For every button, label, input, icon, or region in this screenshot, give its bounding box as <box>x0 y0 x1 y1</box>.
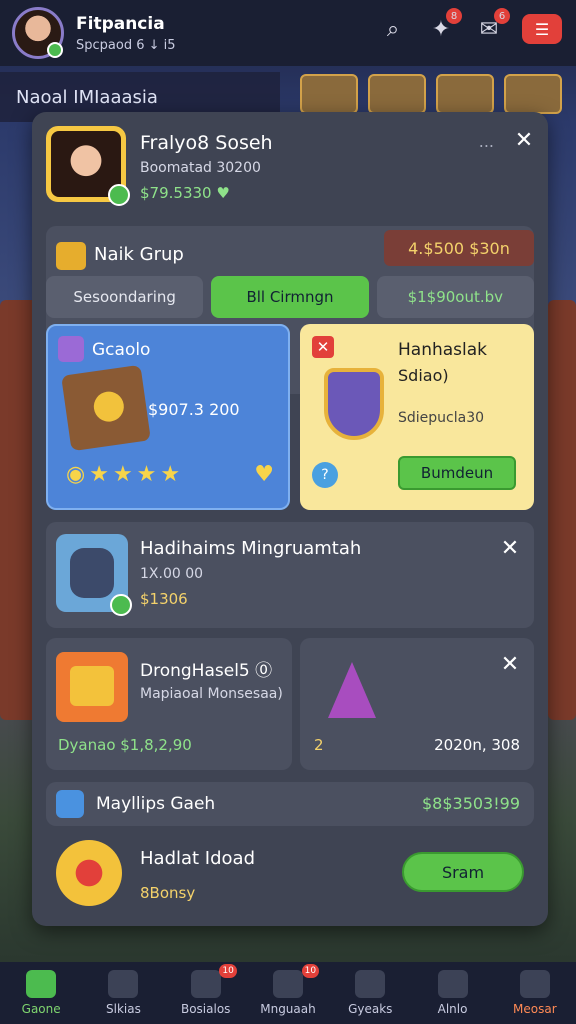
profile-header: Fralyo8 Soseh Boomatad 30200 $79.5330 ♥ … <box>46 126 534 216</box>
reward-row: Hadlat Idoad 8Bonsy Sram <box>46 832 534 916</box>
item-title: DrongHasel5 ⓪ <box>140 661 273 681</box>
star-icon: ★ <box>160 462 181 487</box>
mail-icon[interactable]: ✉ 6 <box>474 8 510 44</box>
star-icon: ★ <box>136 462 157 487</box>
info-icon[interactable]: ? <box>312 462 338 488</box>
nav-item[interactable]: Meosar <box>494 962 576 1024</box>
close-icon[interactable]: ✕ <box>496 650 524 678</box>
tab-money[interactable]: $1$90out.bv <box>376 276 534 318</box>
nav-item[interactable]: Gyeaks <box>329 962 411 1024</box>
treasure-art-icon <box>61 364 151 452</box>
item-count: 2 <box>314 736 324 754</box>
house-right <box>548 300 576 720</box>
close-icon[interactable]: ✕ <box>312 336 334 358</box>
skills-icon <box>108 970 139 998</box>
star-icon: ★ <box>89 462 109 487</box>
gift-icon <box>56 790 84 818</box>
top-bar: Fitpancia Spcpaod 6 ↓ i5 ⌕ ✦ 8 ✉ 6 ☰ <box>0 0 576 66</box>
menu-icon[interactable]: ☰ <box>522 14 562 44</box>
verified-icon <box>47 42 63 58</box>
bell-icon[interactable]: ✦ 8 <box>426 8 462 44</box>
info-row[interactable]: Mayllips Gaeh $8$3503!99 <box>46 782 534 826</box>
verified-icon <box>108 184 130 206</box>
shield-icon <box>324 368 384 440</box>
mail-badge: 6 <box>494 8 510 24</box>
mini-card[interactable] <box>368 74 426 114</box>
messages-icon <box>272 970 303 998</box>
chest-icon <box>56 242 86 270</box>
search-icon[interactable]: ⌕ <box>378 14 408 44</box>
profile-name: Fralyo8 Soseh <box>140 132 273 154</box>
mini-card[interactable] <box>436 74 494 114</box>
nav-badge: 10 <box>219 964 237 978</box>
star-icon: ◉ <box>66 462 86 487</box>
heart-icon[interactable]: ♥ <box>254 462 274 487</box>
medal-icon <box>56 840 122 906</box>
yellow-card-button[interactable]: Bumdeun <box>398 456 516 490</box>
reward-title: Hadlat Idoad <box>140 848 256 869</box>
more-icon[interactable]: ... <box>479 132 494 151</box>
info-amount: $8$3503!99 <box>421 794 520 813</box>
badge-art-icon <box>56 652 128 722</box>
nav-item[interactable]: Alnlo <box>411 962 493 1024</box>
claim-button[interactable]: Sram <box>402 852 524 892</box>
reward-subtitle: 8Bonsy <box>140 884 196 902</box>
chat-icon <box>355 970 386 998</box>
main-panel: ✕ Fralyo8 Soseh Boomatad 30200 $79.5330 … <box>32 112 548 926</box>
home-icon <box>26 970 57 998</box>
tab-first[interactable]: Sesoondaring <box>46 276 204 318</box>
wizard-hat-icon <box>318 652 378 722</box>
blue-card[interactable]: Gcaolo $907.3 200 ◉ ★ ★ ★ ★ ♥ <box>46 324 290 510</box>
bottom-navigation: Gaone Slkias 10 Bosialos 10 Mnguaah Gyeaks… <box>0 962 576 1024</box>
verified-icon <box>110 594 132 616</box>
friends-icon <box>437 970 468 998</box>
player-name: Fitpancia <box>76 13 165 34</box>
mini-card[interactable] <box>504 74 562 114</box>
item-card[interactable]: DrongHasel5 ⓪ Mapiaoal Monsesaa) Dyanao … <box>46 638 292 770</box>
player-subtitle: Spcpaod 6 ↓ i5 <box>76 37 176 53</box>
star-icon: ★ <box>112 462 133 487</box>
notification-badge: 8 <box>446 8 462 24</box>
yellow-card[interactable]: ✕ Hanhaslak Sdiao) Sdiepucla30 ? Bumdeun <box>300 324 534 510</box>
item-title: Hadihaims Mingruamtah <box>140 538 362 559</box>
profile-picture[interactable] <box>46 126 130 206</box>
close-icon[interactable]: ✕ <box>496 534 524 562</box>
group-amount: 4.$500 $30n <box>384 230 534 266</box>
nav-item[interactable]: 10 Mnguaah <box>247 962 329 1024</box>
item-amount: 2020n, 308 <box>434 736 520 754</box>
profile-level: Boomatad 30200 <box>140 160 261 176</box>
tab-active[interactable]: Bll Cirmngn <box>211 276 369 318</box>
item-amount: $1306 <box>140 590 188 608</box>
list-icon <box>190 970 221 998</box>
nav-item[interactable]: 10 Bosialos <box>165 962 247 1024</box>
yellow-card-subtitle: Sdiao) <box>398 366 449 385</box>
shop-icon <box>519 970 550 998</box>
character-portrait <box>56 534 132 616</box>
item-subtitle: Mapiaoal Monsesaa) <box>140 686 283 702</box>
item-amount: Dyanao $1,8,2,90 <box>58 736 192 754</box>
nav-badge: 10 <box>301 964 320 978</box>
player-avatar[interactable] <box>12 7 64 59</box>
yellow-card-title: Hanhaslak <box>398 340 488 360</box>
blue-card-title: Gcaolo <box>92 340 151 360</box>
mini-cards <box>300 74 562 114</box>
group-name: Naik Grup <box>94 244 184 265</box>
item-row[interactable]: Hadihaims Mingruamtah 1X.00 00 $1306 ✕ <box>46 522 534 628</box>
info-title: Mayllips Gaeh <box>96 794 216 814</box>
nav-item[interactable]: Slkias <box>82 962 164 1024</box>
blue-card-value: $907.3 200 <box>148 400 240 419</box>
group-tabs: Sesoondaring Bll Cirmngn $1$90out.bv <box>46 276 534 318</box>
item-card[interactable]: ✕ 2 2020n, 308 <box>300 638 534 770</box>
profile-coins: $79.5330 ♥ <box>140 184 230 202</box>
item-subtitle: 1X.00 00 <box>140 566 204 582</box>
camera-icon <box>58 336 84 362</box>
star-rating: ◉ ★ ★ ★ ★ <box>66 462 180 487</box>
yellow-card-desc: Sdiepucla30 <box>398 410 485 426</box>
mini-card[interactable] <box>300 74 358 114</box>
nav-item[interactable]: Gaone <box>0 962 82 1024</box>
